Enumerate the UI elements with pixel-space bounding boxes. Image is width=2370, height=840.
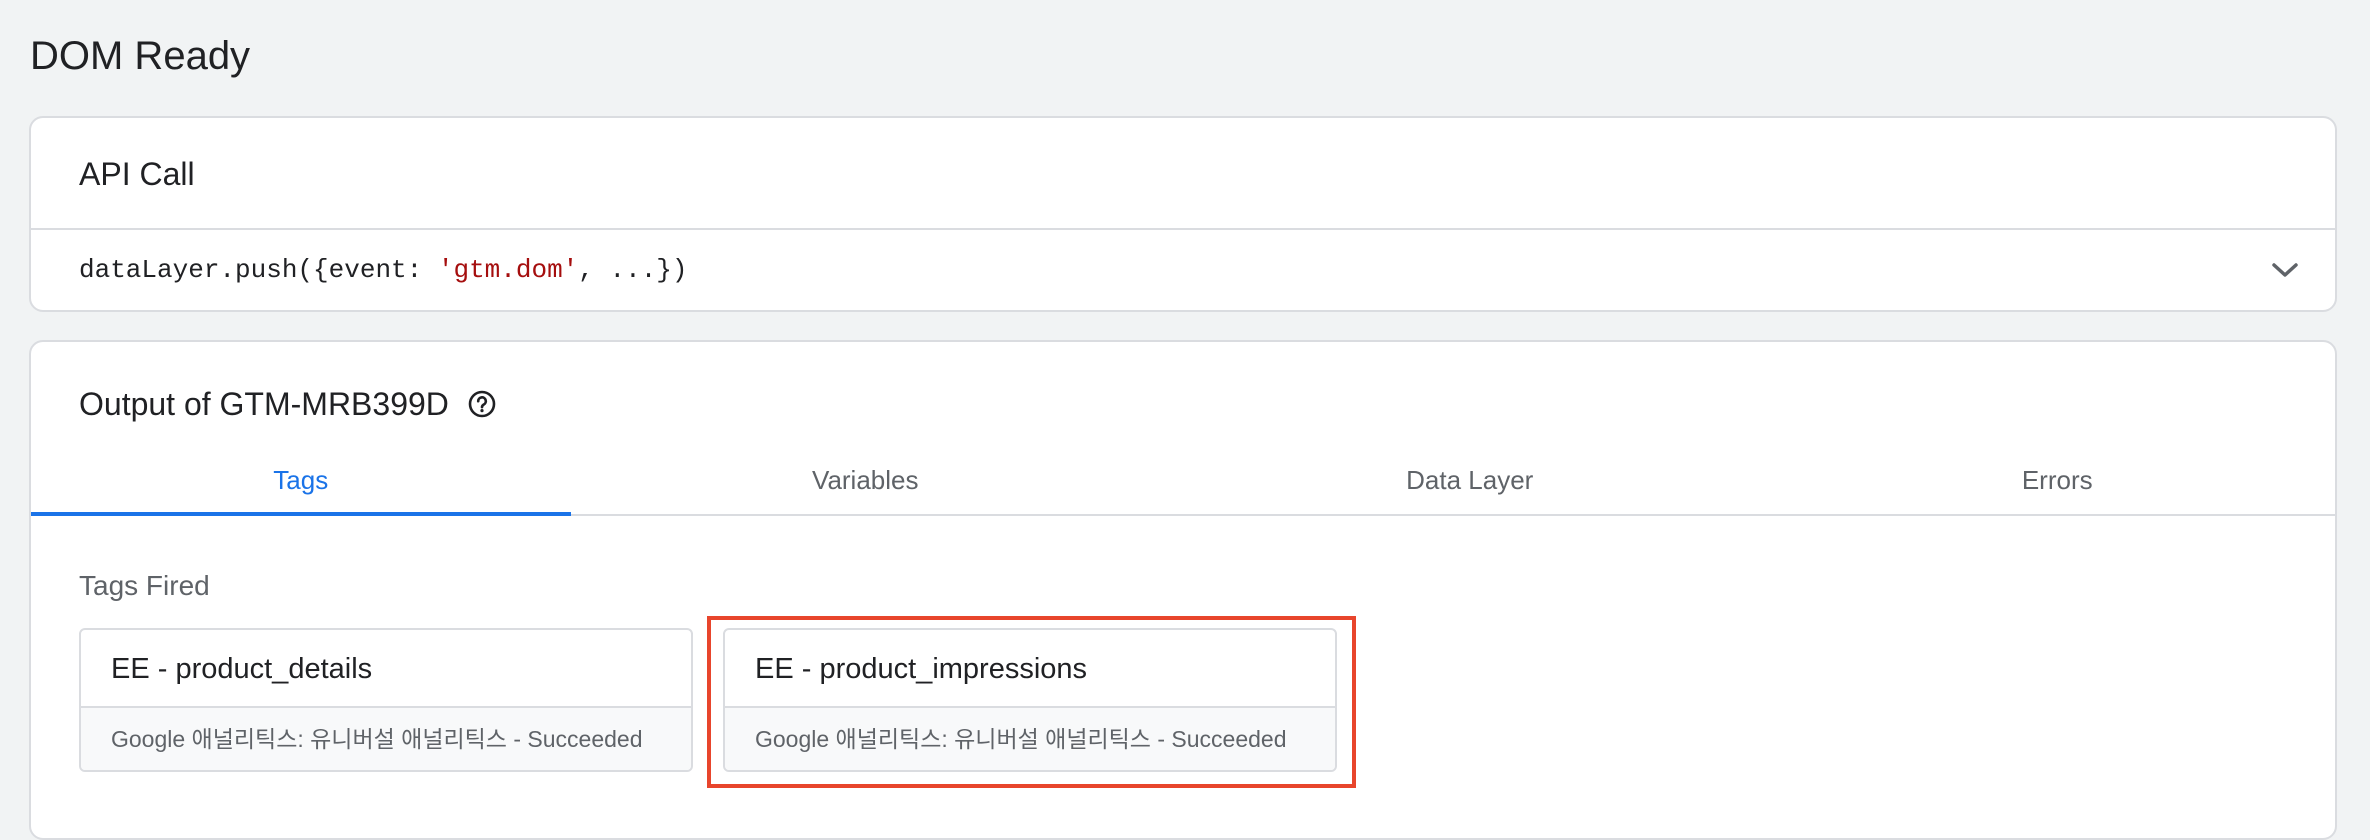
code-event-string: 'gtm.dom' xyxy=(437,255,579,285)
page-title: DOM Ready xyxy=(30,34,251,78)
tag-card-product-impressions[interactable]: EE - product_impressions Google 애널리틱스: 유… xyxy=(723,628,1337,772)
output-tabs: Tags Variables Data Layer Errors xyxy=(31,446,2335,516)
code-suffix: , ...}) xyxy=(578,255,688,285)
api-call-title: API Call xyxy=(31,118,2335,230)
output-title: Output of GTM-MRB399D xyxy=(79,385,449,422)
help-circle-icon[interactable] xyxy=(467,389,497,419)
output-header: Output of GTM-MRB399D xyxy=(79,376,497,432)
tab-tags[interactable]: Tags xyxy=(31,446,571,516)
code-prefix: dataLayer.push({event: xyxy=(79,255,438,285)
tab-errors[interactable]: Errors xyxy=(1779,446,2335,514)
api-call-card: API Call dataLayer.push({event: 'gtm.dom… xyxy=(29,116,2337,312)
tag-card-product-details[interactable]: EE - product_details Google 애널리틱스: 유니버설 … xyxy=(79,628,693,772)
tags-fired-label: Tags Fired xyxy=(79,570,210,601)
api-call-code-row[interactable]: dataLayer.push({event: 'gtm.dom', ...}) xyxy=(31,230,2335,310)
tag-status: Google 애널리틱스: 유니버설 애널리틱스 - Succeeded xyxy=(81,708,691,770)
tab-data-layer[interactable]: Data Layer xyxy=(1160,446,1779,514)
tab-variables[interactable]: Variables xyxy=(571,446,1160,514)
tag-status: Google 애널리틱스: 유니버설 애널리틱스 - Succeeded xyxy=(725,708,1335,770)
output-card: Output of GTM-MRB399D Tags Variables Dat… xyxy=(29,340,2337,840)
tag-name: EE - product_details xyxy=(81,630,691,708)
tag-name: EE - product_impressions xyxy=(725,630,1335,708)
chevron-down-icon[interactable] xyxy=(2265,250,2305,290)
